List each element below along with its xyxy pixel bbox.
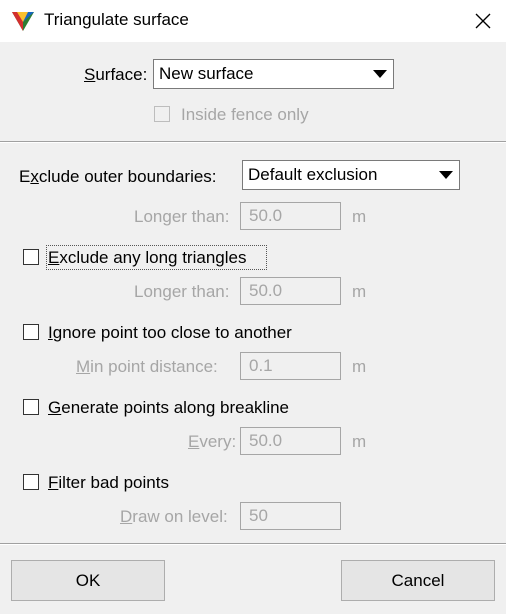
filter-bad-label: Filter bad points [48,473,169,492]
ignore-close-checkbox[interactable] [23,324,39,340]
chevron-down-icon [368,61,392,87]
exclude-outer-dropdown[interactable]: Default exclusion [242,160,460,190]
long-longer-input[interactable]: 50.0 [240,277,341,305]
draw-level-label: Draw on level: [120,507,228,526]
generate-points-label: Generate points along breakline [48,398,290,417]
close-button[interactable] [460,0,506,42]
ignore-close-label: Ignore point too close to another [48,323,292,342]
min-distance-label: Min point distance: [76,357,218,376]
long-longer-label: Longer than: [134,282,230,301]
surface-dropdown[interactable]: New surface [153,59,394,89]
separator [0,543,506,545]
outer-longer-input[interactable]: 50.0 [240,202,341,230]
exclude-outer-label: Exclude outer boundaries: [19,167,217,186]
outer-longer-unit: m [352,207,367,226]
triangle-surface-icon [12,12,34,31]
focus-rect [46,245,267,270]
separator [0,141,506,143]
title-bar: Triangulate surface [0,0,506,42]
window-title: Triangulate surface [44,10,189,29]
exclude-outer-value: Default exclusion [248,165,378,184]
surface-value: New surface [159,64,254,83]
inside-fence-label: Inside fence only [181,105,309,124]
generate-points-checkbox[interactable] [23,399,39,415]
ok-button[interactable]: OK [11,560,165,601]
close-icon [475,13,491,29]
long-longer-unit: m [352,282,367,301]
draw-level-input[interactable]: 50 [240,502,341,530]
inside-fence-checkbox[interactable] [154,106,170,122]
min-distance-input[interactable]: 0.1 [240,352,341,380]
every-input[interactable]: 50.0 [240,427,341,455]
cancel-button[interactable]: Cancel [341,560,495,601]
every-label: Every: [188,432,237,451]
outer-longer-label: Longer than: [134,207,230,226]
chevron-down-icon [434,162,458,188]
exclude-long-checkbox[interactable] [23,249,39,265]
filter-bad-checkbox[interactable] [23,474,39,490]
min-distance-unit: m [352,357,367,376]
every-unit: m [352,432,367,451]
surface-label: Surface: [84,65,148,84]
